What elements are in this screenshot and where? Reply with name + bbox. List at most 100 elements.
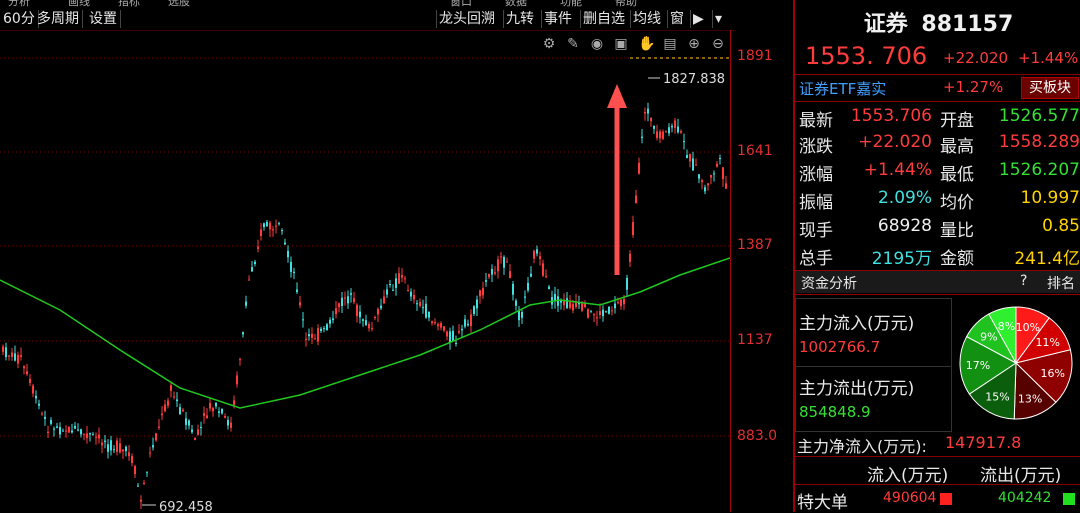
candle-body — [341, 297, 343, 307]
candle-body — [359, 311, 361, 318]
candle-body — [632, 222, 634, 235]
quote-value: 2195万 — [871, 249, 932, 269]
pie-slice-label: 11% — [1035, 336, 1059, 349]
candle-body — [47, 431, 49, 433]
candle-body — [320, 328, 322, 332]
candle-body — [212, 407, 214, 412]
etf-link[interactable]: 证券ETF嘉实 — [799, 78, 886, 99]
candle-body — [194, 437, 196, 441]
moving-average-button[interactable]: 均线 — [630, 10, 663, 28]
candle-body — [50, 419, 52, 424]
help-button[interactable]: ? — [1020, 273, 1027, 289]
settings-button[interactable]: 设置 — [86, 10, 121, 28]
candle-body — [617, 302, 619, 304]
candle-body — [701, 180, 703, 182]
candle-body — [677, 126, 679, 133]
candle-body — [107, 444, 109, 452]
candle-body — [158, 426, 160, 428]
candle-body — [290, 261, 292, 272]
candle-body — [698, 174, 700, 179]
candle-body — [23, 366, 25, 369]
dragon-trace-button[interactable]: 龙头回溯 — [436, 10, 497, 28]
candle-body — [581, 303, 583, 311]
y-tick-label: 1641 — [737, 143, 773, 159]
candle-body — [449, 331, 451, 342]
last-price: 1553. 706 — [805, 42, 928, 70]
candle-body — [611, 310, 613, 312]
pie-slice-label: 16% — [1040, 367, 1064, 380]
candle-body — [416, 303, 418, 305]
candle-body — [59, 427, 61, 435]
candle-body — [599, 311, 601, 316]
multi-period-button[interactable]: 多周期 — [34, 10, 83, 28]
nine-turn-button[interactable]: 九转 — [503, 10, 536, 28]
period-60min-button[interactable]: 60分 — [0, 10, 39, 28]
candle-body — [479, 290, 481, 297]
quote-label: 现手 — [799, 221, 833, 241]
candle-body — [41, 413, 43, 415]
price-change-pct: +1.44% — [1018, 49, 1079, 67]
candle-body — [260, 229, 262, 236]
candle-body — [539, 256, 541, 260]
low-price-label: 692.458 — [159, 500, 213, 512]
flow-table-header: 流入(万元) 流出(万元) — [795, 459, 1080, 486]
candlestick-chart[interactable]: 1827.838 692.458 — [0, 30, 730, 512]
candle-body — [536, 249, 538, 254]
candle-body — [620, 299, 622, 307]
candle-body — [101, 442, 103, 446]
fund-analysis-title: 资金分析 — [801, 276, 857, 292]
candle-body — [338, 303, 340, 308]
candle-body — [323, 328, 325, 330]
candle-body — [227, 419, 229, 426]
quote-label: 涨跌 — [799, 137, 833, 157]
candle-body — [104, 440, 106, 442]
candle-body — [77, 429, 79, 431]
candle-body — [491, 268, 493, 275]
candle-body — [641, 136, 643, 139]
candle-body — [713, 173, 715, 175]
play-icon[interactable]: ▶︎ — [690, 10, 706, 28]
candle-body — [65, 430, 67, 432]
candle-body — [302, 319, 304, 321]
candle-body — [239, 359, 241, 361]
candle-body — [248, 279, 250, 281]
candle-body — [233, 400, 235, 406]
candle-body — [140, 499, 142, 502]
pie-slice-label: 10% — [1016, 321, 1040, 334]
table-row: 特大单 490604 404242 — [795, 487, 1080, 513]
main-inflow-box: 主力流入(万元) 1002766.7 — [795, 298, 952, 367]
candle-body — [389, 284, 391, 286]
window-button[interactable]: 窗 — [667, 10, 686, 28]
candle-body — [443, 326, 445, 331]
quote-value: 1526.577 — [998, 106, 1080, 126]
quote-value: 2.09% — [877, 188, 932, 208]
candle-body — [524, 296, 526, 298]
candle-body — [161, 413, 163, 416]
candle-body — [170, 385, 172, 391]
rank-button[interactable]: 排名 — [1047, 273, 1075, 293]
remove-watchlist-button[interactable]: 删自选 — [580, 10, 627, 28]
event-button[interactable]: 事件 — [541, 10, 574, 28]
candle-body — [446, 331, 448, 337]
candle-body — [326, 324, 328, 331]
candle-body — [149, 452, 151, 454]
price-change: +22.020 — [943, 49, 1009, 67]
candle-body — [125, 446, 127, 452]
net-inflow-value: 147917.8 — [945, 433, 1022, 452]
candle-body — [518, 310, 520, 321]
candle-body — [143, 482, 145, 485]
candle-body — [200, 426, 202, 428]
candle-body — [191, 429, 193, 433]
candle-body — [278, 223, 280, 225]
pie-slice-label: 15% — [985, 390, 1009, 403]
candle-body — [347, 296, 349, 304]
candle-body — [650, 118, 652, 122]
candle-body — [179, 407, 181, 415]
quote-row: 现手 68928 量比 0.85 — [795, 216, 1080, 241]
buy-sector-button[interactable]: 买板块 — [1021, 77, 1079, 99]
quote-label: 最高 — [940, 137, 974, 157]
candle-body — [608, 306, 610, 314]
candle-body — [275, 225, 277, 227]
chevron-down-icon[interactable]: ▾ — [712, 10, 724, 28]
candle-body — [488, 273, 490, 277]
